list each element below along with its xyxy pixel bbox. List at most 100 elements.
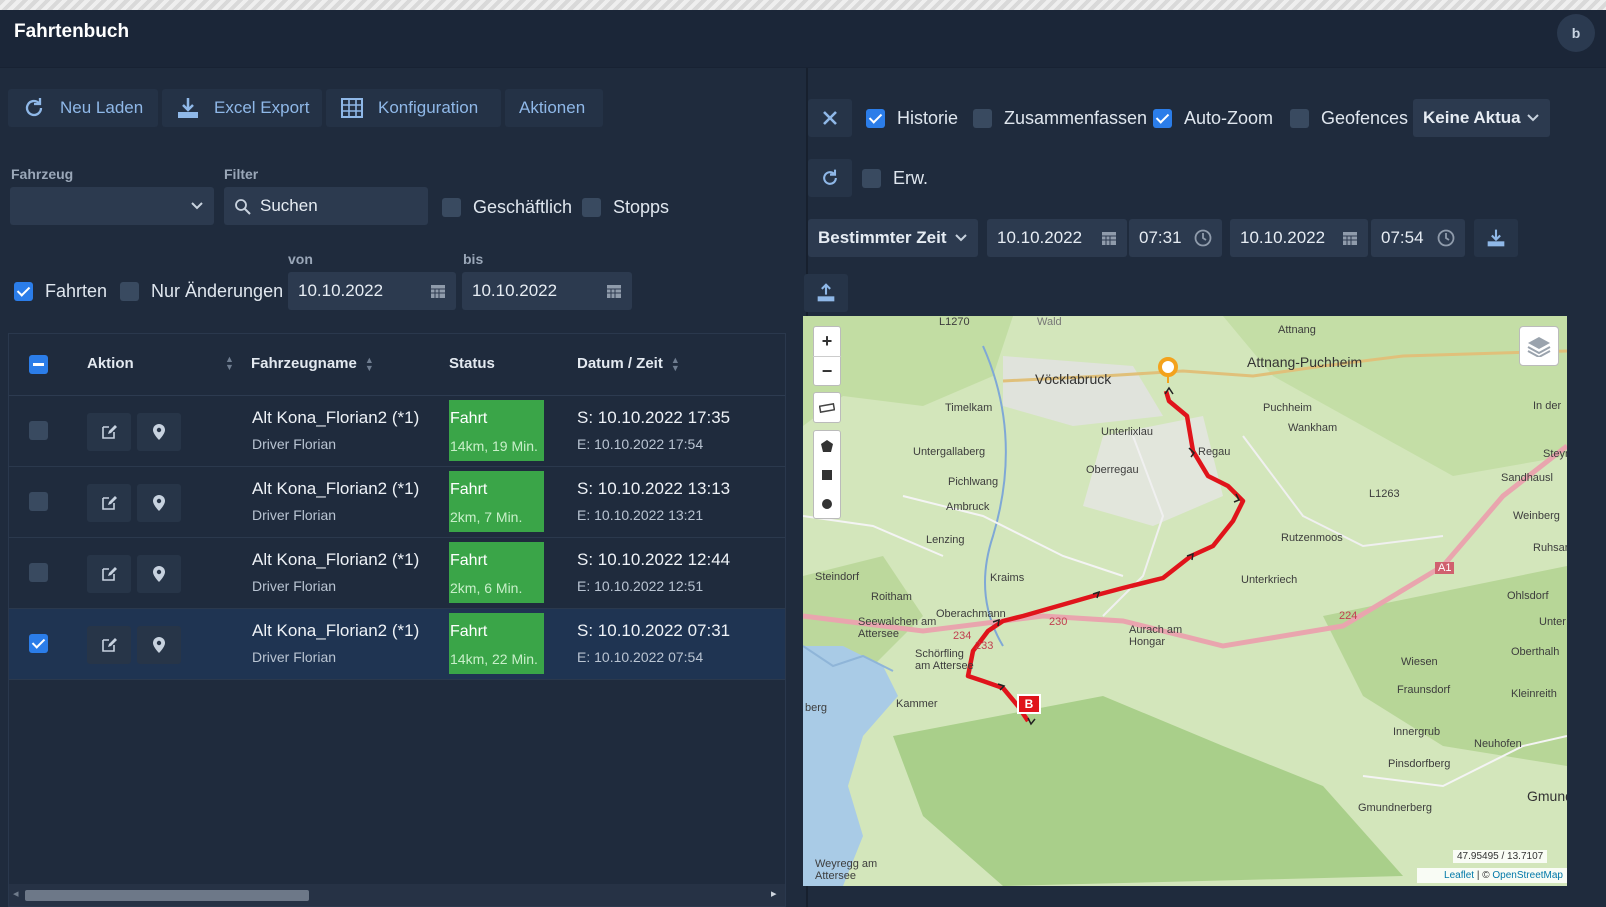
zoom-out-button[interactable]: −: [813, 356, 841, 385]
to-date-input[interactable]: 10.10.2022: [462, 272, 632, 310]
scrollbar-thumb[interactable]: [25, 890, 309, 901]
scroll-left-icon[interactable]: ◂: [13, 887, 19, 900]
trips-checkbox[interactable]: Fahrten: [14, 281, 107, 302]
table-row[interactable]: Alt Kona_Florian2 (*1) Driver Florian Fa…: [9, 396, 785, 467]
start-time: S: 10.10.2022 12:44: [577, 550, 731, 569]
history-checkbox-box[interactable]: [866, 109, 885, 128]
autozoom-checkbox[interactable]: Auto-Zoom: [1153, 108, 1273, 129]
summarize-checkbox[interactable]: Zusammenfassen: [973, 108, 1147, 129]
business-checkbox-box[interactable]: [442, 198, 461, 217]
locate-button[interactable]: [137, 484, 181, 522]
actions-button[interactable]: Aktionen: [505, 89, 603, 127]
reload-button[interactable]: Neu Laden: [8, 89, 158, 127]
search-input[interactable]: Suchen: [224, 187, 428, 225]
stops-checkbox-box[interactable]: [582, 198, 601, 217]
polygon-icon: [821, 439, 833, 452]
changes-only-checkbox-box[interactable]: [120, 282, 139, 301]
edit-button[interactable]: [87, 484, 131, 522]
end-time-input[interactable]: 07:54: [1371, 219, 1465, 257]
time-mode-select[interactable]: Bestimmter Zeit: [808, 219, 978, 257]
map-view[interactable]: B Vöcklabruck Attnang-Puchheim Attnang P…: [803, 316, 1567, 886]
leaflet-link[interactable]: Leaflet: [1444, 870, 1474, 881]
autozoom-checkbox-box[interactable]: [1153, 109, 1172, 128]
scroll-right-icon[interactable]: ▸: [771, 887, 777, 900]
header-datetime[interactable]: Datum / Zeit ▲ ▼: [577, 355, 680, 372]
place-label: Ambruck: [946, 501, 990, 513]
upload-button[interactable]: [804, 274, 848, 312]
driver-name: Driver Florian: [252, 436, 337, 452]
horizontal-scrollbar[interactable]: ◂ ▸: [9, 884, 785, 906]
calendar-icon: [431, 285, 445, 298]
locate-button[interactable]: [137, 413, 181, 451]
zoom-in-button[interactable]: +: [813, 327, 841, 356]
avatar[interactable]: b: [1557, 14, 1595, 52]
place-label: Oberthalh: [1511, 646, 1560, 658]
history-checkbox[interactable]: Historie: [866, 108, 958, 129]
sort-action-icon[interactable]: ▲ ▼: [225, 355, 234, 372]
edit-button[interactable]: [87, 555, 131, 593]
extended-checkbox[interactable]: Erw.: [862, 168, 928, 189]
business-checkbox[interactable]: Geschäftlich: [442, 197, 572, 218]
place-label: Kraims: [990, 572, 1025, 584]
end-date-input[interactable]: 10.10.2022: [1230, 219, 1368, 257]
stops-checkbox[interactable]: Stopps: [582, 197, 669, 218]
status-text: Fahrt: [450, 481, 488, 498]
row-checkbox[interactable]: [29, 563, 48, 582]
road-label: 224: [1339, 610, 1358, 622]
header-vehicle[interactable]: Fahrzeugname ▲ ▼: [251, 355, 374, 372]
extended-checkbox-box[interactable]: [862, 169, 881, 188]
end-time: E: 10.10.2022 07:54: [577, 649, 704, 665]
download-icon: [1487, 229, 1505, 247]
excel-export-button[interactable]: Excel Export: [162, 89, 322, 127]
download-button[interactable]: [1474, 219, 1518, 257]
edit-button[interactable]: [87, 626, 131, 664]
start-marker-icon[interactable]: [1157, 356, 1179, 384]
start-time-input[interactable]: 07:31: [1129, 219, 1222, 257]
end-marker-icon[interactable]: B: [1017, 694, 1041, 714]
table-row[interactable]: Alt Kona_Florian2 (*1) Driver Florian Fa…: [9, 538, 785, 609]
update-select[interactable]: Keine Aktua: [1413, 99, 1550, 137]
place-label: Unterkriech: [1241, 574, 1298, 586]
layers-button[interactable]: [1519, 326, 1559, 366]
locate-button[interactable]: [137, 626, 181, 664]
edit-icon: [102, 567, 117, 581]
clock-icon: [1437, 229, 1455, 247]
changes-only-checkbox[interactable]: Nur Änderungen: [120, 281, 283, 302]
draw-polygon-button[interactable]: [813, 431, 841, 460]
select-all-checkbox[interactable]: [29, 355, 48, 374]
start-date-input[interactable]: 10.10.2022: [987, 219, 1127, 257]
row-checkbox[interactable]: [29, 492, 48, 511]
place-label: Steindorf: [815, 571, 860, 583]
config-button[interactable]: Konfiguration: [326, 89, 501, 127]
geofences-checkbox[interactable]: Geofences: [1290, 108, 1408, 129]
locate-button[interactable]: [137, 555, 181, 593]
summarize-checkbox-box[interactable]: [973, 109, 992, 128]
osm-link[interactable]: OpenStreetMap: [1492, 870, 1563, 881]
start-date-value: 10.10.2022: [997, 228, 1083, 247]
road-label: L1270: [939, 316, 970, 328]
place-label: Kleinreith: [1511, 688, 1557, 700]
start-time: S: 10.10.2022 13:13: [577, 479, 731, 498]
vehicle-select[interactable]: [10, 187, 214, 225]
row-checkbox[interactable]: [29, 634, 48, 653]
stops-label: Stopps: [613, 197, 670, 217]
table-row-selected[interactable]: Alt Kona_Florian2 (*1) Driver Florian Fa…: [9, 609, 785, 680]
chevron-down-icon: [191, 202, 203, 210]
from-date-input[interactable]: 10.10.2022: [288, 272, 456, 310]
geofences-checkbox-box[interactable]: [1290, 109, 1309, 128]
draw-circle-button[interactable]: [813, 489, 841, 518]
close-button[interactable]: [808, 99, 852, 137]
edit-button[interactable]: [87, 413, 131, 451]
trips-checkbox-box[interactable]: [14, 282, 33, 301]
draw-rectangle-button[interactable]: [813, 460, 841, 489]
ruler-button[interactable]: [813, 393, 841, 422]
ruler-control: [813, 392, 841, 423]
place-label: Gmund: [1527, 788, 1567, 804]
place-label: Unter: [1539, 616, 1566, 628]
refresh-button[interactable]: [808, 159, 852, 197]
place-label: Oberregau: [1086, 464, 1139, 476]
extended-label: Erw.: [893, 168, 929, 188]
row-checkbox[interactable]: [29, 421, 48, 440]
end-date-value: 10.10.2022: [1240, 228, 1326, 247]
table-row[interactable]: Alt Kona_Florian2 (*1) Driver Florian Fa…: [9, 467, 785, 538]
